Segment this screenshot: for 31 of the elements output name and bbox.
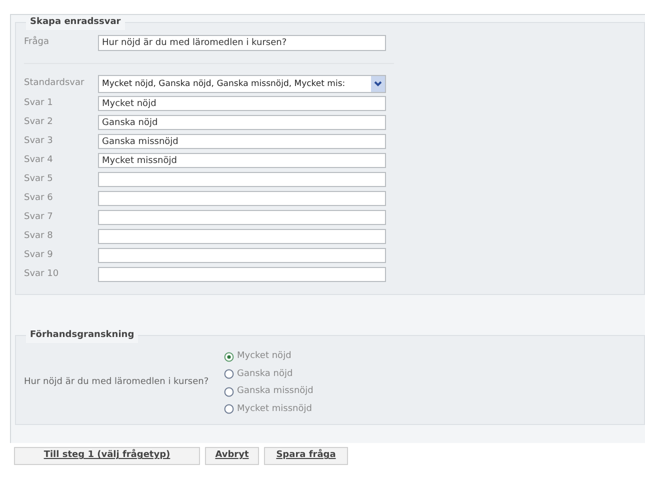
input-field[interactable] [98,172,386,187]
field-label: Svar 8 [24,230,54,243]
dropdown[interactable]: Mycket nöjd, Ganska nöjd, Ganska missnöjd, Mycket mis: [98,75,386,93]
input-field[interactable]: Mycket nöjd [98,96,386,111]
action-button[interactable]: Spara fråga [264,447,348,465]
field-label: Svar 5 [24,172,54,186]
section-title: Skapa enradssvar [26,16,125,30]
field-label: Svar 9 [24,248,54,262]
input-field[interactable]: Mycket missnöjd [98,153,386,168]
input-field[interactable]: Ganska missnöjd [98,134,386,149]
field-label: Svar 1 [24,96,54,110]
field-label: Standardsvar [24,77,86,90]
field-label: Svar 10 [24,268,60,281]
action-button[interactable]: Till steg 1 (välj frågetyp) [14,447,200,465]
chevron-icon [371,76,385,92]
field-label: Svar 3 [24,134,54,148]
input-field[interactable] [98,248,386,263]
field-label: Svar 6 [24,192,54,205]
field-label: Svar 4 [24,154,54,167]
input-field[interactable]: Ganska nöjd [98,115,386,130]
section-title: Förhandsgranskning [26,329,138,342]
input-field[interactable] [98,229,386,244]
field-label: Svar 7 [24,210,54,224]
input-field[interactable] [98,210,386,225]
preview-question: Hur nöjd är du med läromedlen i kursen? [24,376,210,390]
input-field[interactable]: Hur nöjd är du med läromedlen i kursen? [98,35,386,51]
input-field[interactable] [98,267,386,282]
field-label: Fråga [24,36,50,50]
action-button[interactable]: Avbryt [205,447,259,465]
input-field[interactable] [98,191,386,206]
field-label: Svar 2 [24,116,54,129]
